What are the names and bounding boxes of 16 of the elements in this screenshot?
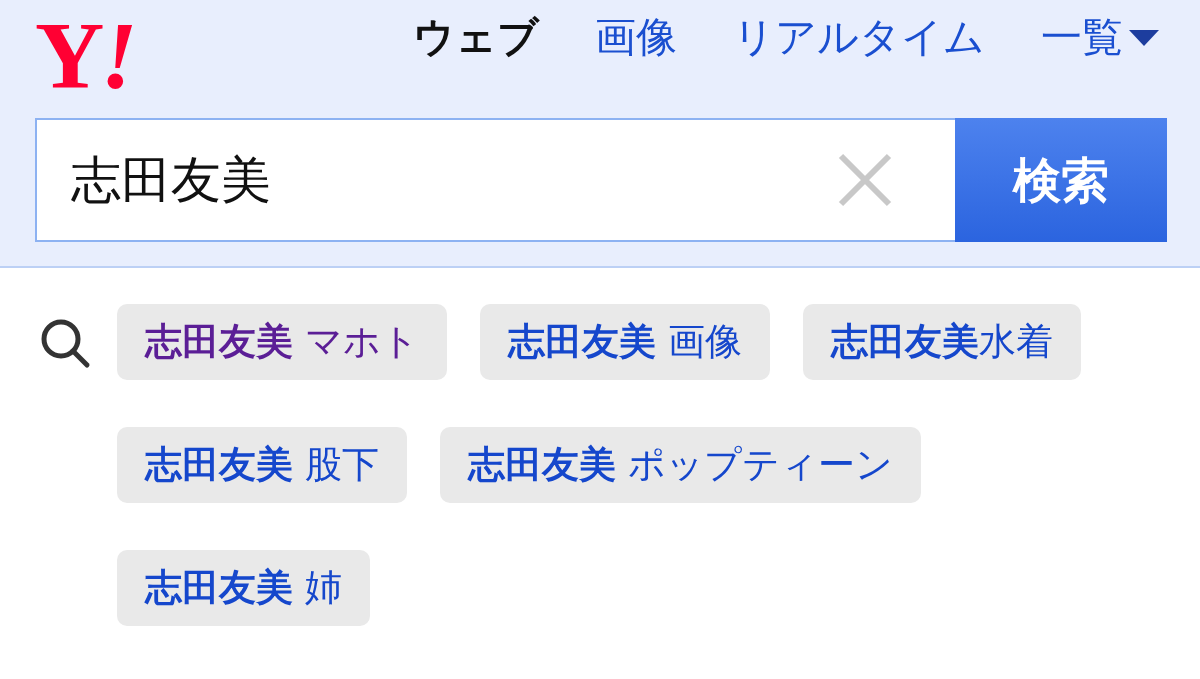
suggestion-link[interactable]: 志田友美 ポップティーン	[439, 427, 921, 503]
nav-tab[interactable]: ウェブ	[413, 13, 539, 63]
nav-tab[interactable]: リアルタイム	[733, 13, 985, 63]
logo[interactable]: Y!	[35, 17, 138, 95]
nav-tab[interactable]: 一覧	[1041, 13, 1159, 63]
search-button[interactable]: 検索	[955, 118, 1167, 242]
close-icon	[837, 152, 893, 208]
nav-tab[interactable]: 画像	[595, 13, 677, 63]
suggestion-link[interactable]: 志田友美 画像	[479, 304, 770, 380]
suggestion-link[interactable]: 志田友美水着	[802, 304, 1081, 380]
search-icon	[40, 318, 91, 369]
suggestion-link[interactable]: 志田友美 マホト	[117, 304, 447, 380]
suggestion-link[interactable]: 志田友美 姉	[117, 550, 370, 626]
suggestion-link[interactable]: 志田友美 股下	[117, 427, 407, 503]
caret-icon	[1129, 30, 1159, 46]
search-field[interactable]: 志田友美	[35, 118, 955, 242]
